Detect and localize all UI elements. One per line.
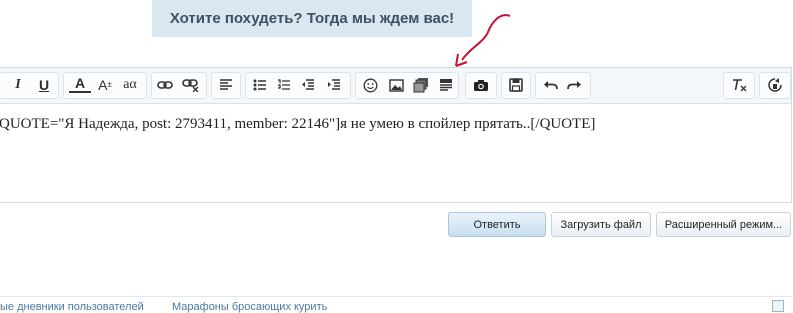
message-editor: I U A A ± aα QUOTE="Я Надежда, post: 279… — [0, 67, 792, 203]
toggle-mode-icon[interactable] — [764, 75, 786, 95]
undo-icon[interactable] — [539, 75, 561, 95]
font-color-icon[interactable]: A — [69, 75, 91, 93]
image-icon[interactable] — [385, 75, 407, 95]
footer-link-diaries[interactable]: ые дневники пользователей — [0, 301, 144, 313]
promo-banner[interactable]: Хотите похудеть? Тогда мы ждем вас! — [152, 0, 472, 37]
underline-label: U — [38, 77, 50, 93]
expand-icon[interactable] — [772, 300, 784, 312]
promo-banner-text: Хотите похудеть? Тогда мы ждем вас! — [169, 10, 455, 27]
media-icon[interactable] — [410, 75, 432, 95]
bullet-list-icon[interactable] — [249, 75, 271, 95]
font-size-label: A — [98, 77, 108, 93]
advanced-mode-button[interactable]: Расширенный режим... — [656, 212, 791, 237]
spoiler-icon[interactable] — [435, 75, 457, 95]
outdent-icon[interactable] — [297, 75, 319, 95]
numbered-list-icon[interactable] — [273, 75, 295, 95]
upload-file-button-label: Загрузить файл — [560, 218, 642, 231]
align-left-icon[interactable] — [215, 75, 237, 95]
link-icon[interactable] — [154, 75, 176, 95]
footer-link-quit-smoking[interactable]: Марафоны бросающих курить — [172, 301, 327, 313]
reply-button-label: Ответить — [473, 218, 521, 231]
unlink-icon[interactable] — [180, 75, 202, 95]
save-icon[interactable] — [505, 75, 527, 95]
smiley-icon[interactable] — [359, 75, 381, 95]
font-family-icon[interactable]: aα — [119, 75, 141, 95]
advanced-mode-button-label: Расширенный режим... — [664, 218, 783, 231]
remove-format-icon[interactable] — [728, 75, 750, 95]
font-size-sup: ± — [107, 80, 112, 89]
editor-textarea[interactable]: QUOTE="Я Надежда, post: 2793411, member:… — [0, 103, 791, 202]
underline-icon[interactable]: U — [33, 75, 55, 95]
font-size-icon[interactable]: A ± — [94, 75, 116, 95]
redo-icon[interactable] — [563, 75, 585, 95]
camera-icon[interactable] — [470, 75, 492, 95]
italic-icon[interactable]: I — [7, 75, 29, 95]
footer-divider — [0, 296, 793, 297]
reply-button[interactable]: Ответить — [448, 212, 546, 237]
italic-label: I — [15, 77, 21, 92]
red-arrow-annotation — [455, 14, 511, 67]
upload-file-button[interactable]: Загрузить файл — [551, 212, 651, 237]
font-family-label: aα — [123, 77, 137, 92]
editor-toolbar: I U A A ± aα — [0, 68, 791, 104]
editor-text: QUOTE="Я Надежда, post: 2793411, member:… — [0, 116, 596, 132]
font-color-label: A — [74, 75, 86, 91]
indent-icon[interactable] — [323, 75, 345, 95]
